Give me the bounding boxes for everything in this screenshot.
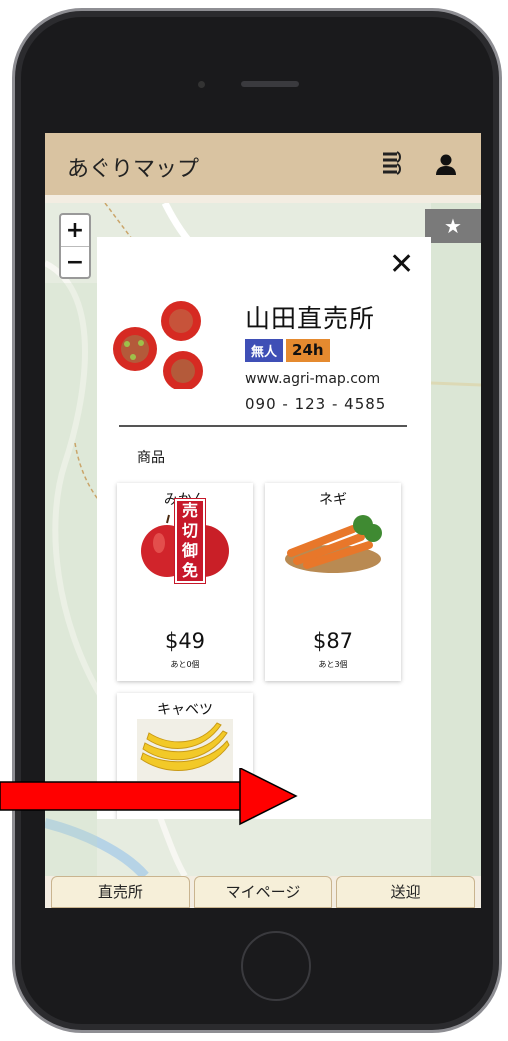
camera — [198, 81, 205, 88]
bottom-nav: 直売所 マイページ 送迎 — [51, 876, 476, 908]
nav-tab-shuttle[interactable]: 送迎 — [336, 876, 476, 908]
store-url[interactable]: www.agri-map.com — [245, 371, 380, 387]
app-title: あぐりマップ — [67, 157, 200, 182]
product-price: $87 — [312, 629, 354, 653]
home-button[interactable] — [241, 931, 311, 1001]
app-header: あぐりマップ — [45, 133, 481, 195]
product-card[interactable]: みかん 売切御免 $49 あと0個 — [117, 483, 253, 681]
store-badges: 無人 24h — [245, 339, 330, 362]
unmanned-badge: 無人 — [245, 339, 284, 362]
store-name: 山田直売所 — [245, 304, 376, 333]
product-name: ネギ — [319, 492, 347, 508]
list-icon[interactable] — [379, 151, 403, 177]
product-stock: あと0個 — [170, 660, 200, 669]
star-icon: ★ — [444, 214, 462, 238]
zoom-in-button[interactable]: + — [61, 215, 89, 247]
products-section-label: 商品 — [137, 450, 165, 466]
product-price: $49 — [164, 629, 206, 653]
annotation-arrow — [0, 768, 298, 826]
nav-tab-stores[interactable]: 直売所 — [51, 876, 190, 908]
zoom-control: + − — [59, 213, 91, 279]
sold-out-stamp: 売切御免 — [174, 498, 206, 584]
zoom-out-button[interactable]: − — [61, 247, 89, 278]
speaker — [241, 81, 299, 87]
carrot-image — [285, 515, 382, 573]
product-card[interactable]: ネギ $87 あと3個 — [265, 483, 401, 681]
product-name: キャベツ — [157, 702, 213, 718]
product-stock: あと3個 — [318, 660, 348, 669]
user-icon[interactable] — [435, 153, 457, 177]
store-phone[interactable]: 090 - 123 - 4585 — [245, 395, 386, 413]
close-icon[interactable]: ✕ — [389, 247, 414, 282]
store-detail-card: ✕ 山田直売所 無人 24h www.agri-map.com 090 - 12… — [97, 237, 431, 819]
tomato-image — [113, 301, 203, 389]
favorites-tab[interactable]: ★ — [425, 209, 481, 243]
divider — [119, 425, 407, 427]
24h-badge: 24h — [286, 339, 330, 362]
nav-tab-mypage[interactable]: マイページ — [193, 876, 333, 908]
